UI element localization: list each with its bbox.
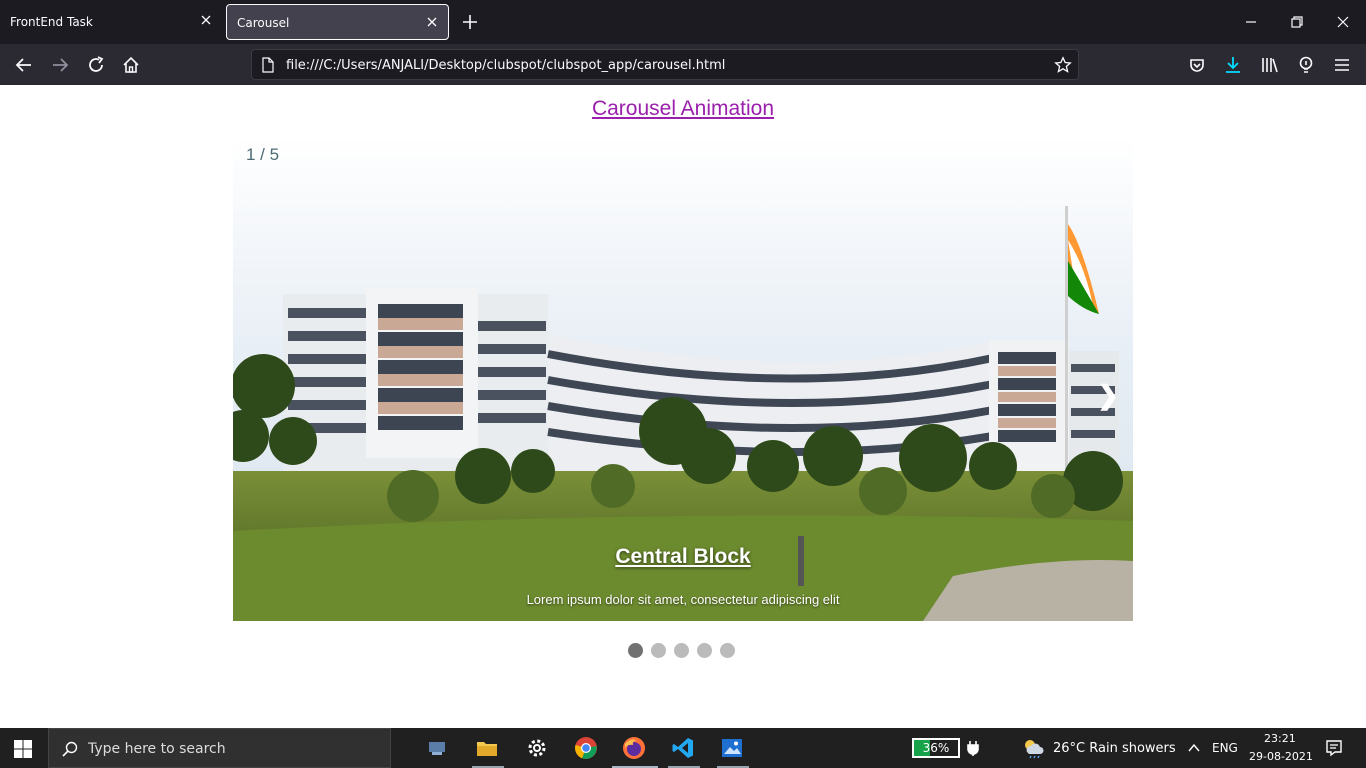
settings-gear-icon[interactable] bbox=[525, 736, 549, 760]
minimize-icon[interactable] bbox=[1241, 12, 1261, 32]
battery-indicator[interactable]: 36% bbox=[912, 738, 960, 758]
forward-icon[interactable] bbox=[49, 54, 71, 76]
search-placeholder: Type here to search bbox=[88, 741, 226, 757]
tab-label: Carousel bbox=[237, 16, 290, 30]
restore-icon[interactable] bbox=[1287, 12, 1307, 32]
new-tab-icon[interactable] bbox=[460, 12, 480, 32]
carousel: 1 / 5 ❯ Central Block Lorem ipsum dolor … bbox=[233, 136, 1133, 621]
windows-start-icon[interactable] bbox=[13, 739, 33, 759]
file-explorer-icon[interactable] bbox=[475, 736, 499, 760]
home-icon[interactable] bbox=[120, 54, 142, 76]
carousel-dot[interactable] bbox=[651, 643, 666, 658]
close-tab-icon[interactable] bbox=[198, 12, 214, 28]
chrome-icon[interactable] bbox=[574, 736, 598, 760]
firefox-icon[interactable] bbox=[622, 736, 646, 760]
carousel-dot[interactable] bbox=[720, 643, 735, 658]
clock-time[interactable]: 23:21 bbox=[1264, 732, 1296, 745]
carousel-dot[interactable] bbox=[697, 643, 712, 658]
reload-icon[interactable] bbox=[85, 54, 107, 76]
weather-rain-icon[interactable] bbox=[1022, 737, 1046, 759]
search-icon bbox=[62, 741, 78, 757]
menu-icon[interactable] bbox=[1331, 54, 1353, 76]
pocket-icon[interactable] bbox=[1186, 54, 1208, 76]
charging-plug-icon bbox=[967, 741, 979, 756]
file-icon bbox=[262, 57, 274, 73]
taskbar-search[interactable]: Type here to search bbox=[48, 728, 391, 768]
carousel-dot[interactable] bbox=[674, 643, 689, 658]
slide-caption: Lorem ipsum dolor sit amet, consectetur … bbox=[526, 592, 840, 607]
photos-icon[interactable] bbox=[720, 736, 744, 760]
weather-text[interactable]: 26°C Rain showers bbox=[1053, 741, 1176, 756]
downloads-icon[interactable] bbox=[1222, 54, 1244, 76]
extension-bulb-icon[interactable] bbox=[1295, 54, 1317, 76]
tab-frontend-task[interactable]: FrontEnd Task bbox=[0, 0, 222, 44]
slide-title: Central Block bbox=[615, 545, 751, 568]
carousel-dots bbox=[628, 643, 735, 658]
chevron-up-icon[interactable] bbox=[1187, 741, 1201, 755]
carousel-dot[interactable] bbox=[628, 643, 643, 658]
slide-counter: 1 / 5 bbox=[246, 145, 280, 164]
bookmark-star-icon[interactable] bbox=[1054, 56, 1072, 74]
page-title: Carousel Animation bbox=[0, 97, 1366, 121]
back-icon[interactable] bbox=[13, 54, 35, 76]
task-view-icon[interactable] bbox=[426, 736, 450, 760]
address-bar[interactable]: file:///C:/Users/ANJALI/Desktop/clubspot… bbox=[251, 49, 1079, 80]
tab-label: FrontEnd Task bbox=[10, 15, 93, 29]
close-window-icon[interactable] bbox=[1333, 12, 1353, 32]
next-slide-button[interactable]: ❯ bbox=[1097, 380, 1119, 411]
clock-date[interactable]: 29-08-2021 bbox=[1249, 750, 1313, 763]
page-title-link[interactable]: Carousel Animation bbox=[592, 97, 774, 120]
url-text: file:///C:/Users/ANJALI/Desktop/clubspot… bbox=[286, 58, 726, 73]
language-indicator[interactable]: ENG bbox=[1212, 741, 1238, 755]
notification-icon[interactable] bbox=[1325, 739, 1343, 757]
vscode-icon[interactable] bbox=[671, 736, 695, 760]
battery-percent: 36% bbox=[922, 741, 950, 755]
tab-carousel[interactable]: Carousel bbox=[226, 4, 449, 40]
close-tab-icon[interactable] bbox=[424, 14, 440, 30]
tab-strip: FrontEnd Task Carousel bbox=[0, 0, 1366, 44]
library-icon[interactable] bbox=[1259, 54, 1281, 76]
